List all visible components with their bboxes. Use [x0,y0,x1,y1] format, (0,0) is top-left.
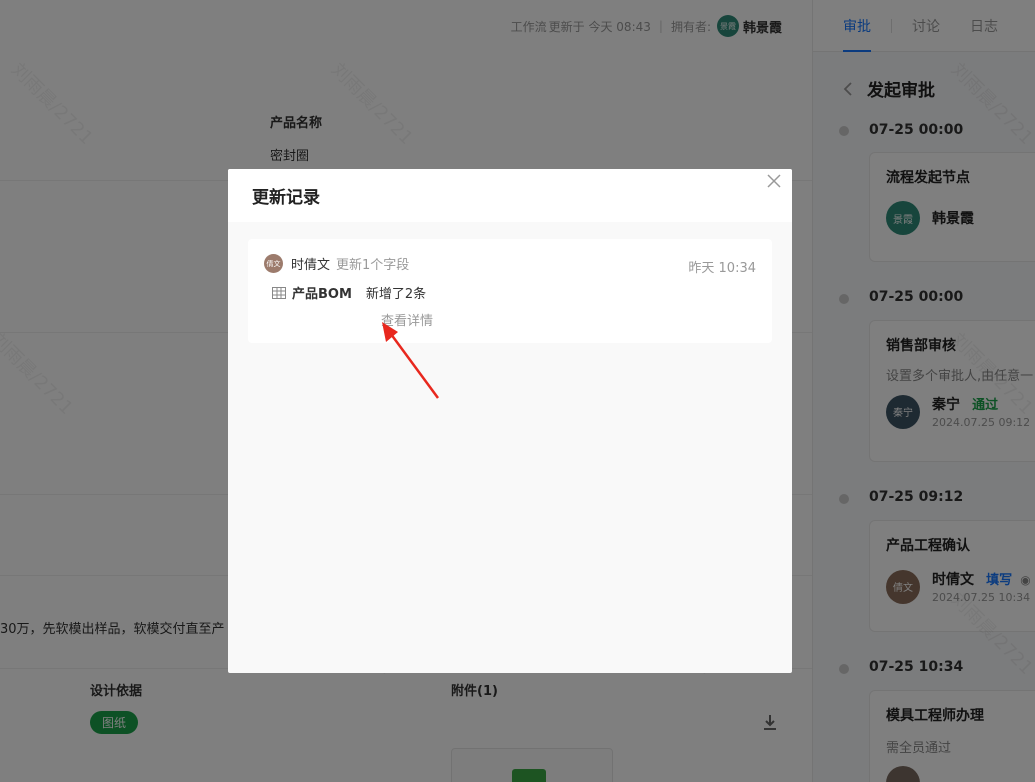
annotation-arrow [382,322,440,399]
avatar: 倩文 [264,254,283,273]
table-icon [272,286,286,299]
field-name: 产品BOM [292,287,352,302]
update-history-modal: 更新记录 倩文 时倩文 更新1个字段 昨天 10:34 产品BOM 新增了2条 … [228,169,792,673]
change-summary: 新增了2条 [365,287,427,302]
modal-title: 更新记录 [252,188,320,208]
record-action: 更新1个字段 [336,258,410,273]
close-icon[interactable] [766,173,782,189]
record-header: 倩文 时倩文 更新1个字段 [264,254,409,273]
record-field: 产品BOM 新增了2条 [272,283,426,302]
update-record: 倩文 时倩文 更新1个字段 昨天 10:34 产品BOM 新增了2条 查看详情 [248,239,772,343]
modal-header: 更新记录 [228,169,792,222]
record-time: 昨天 10:34 [688,261,756,276]
record-user: 时倩文 [291,258,331,273]
